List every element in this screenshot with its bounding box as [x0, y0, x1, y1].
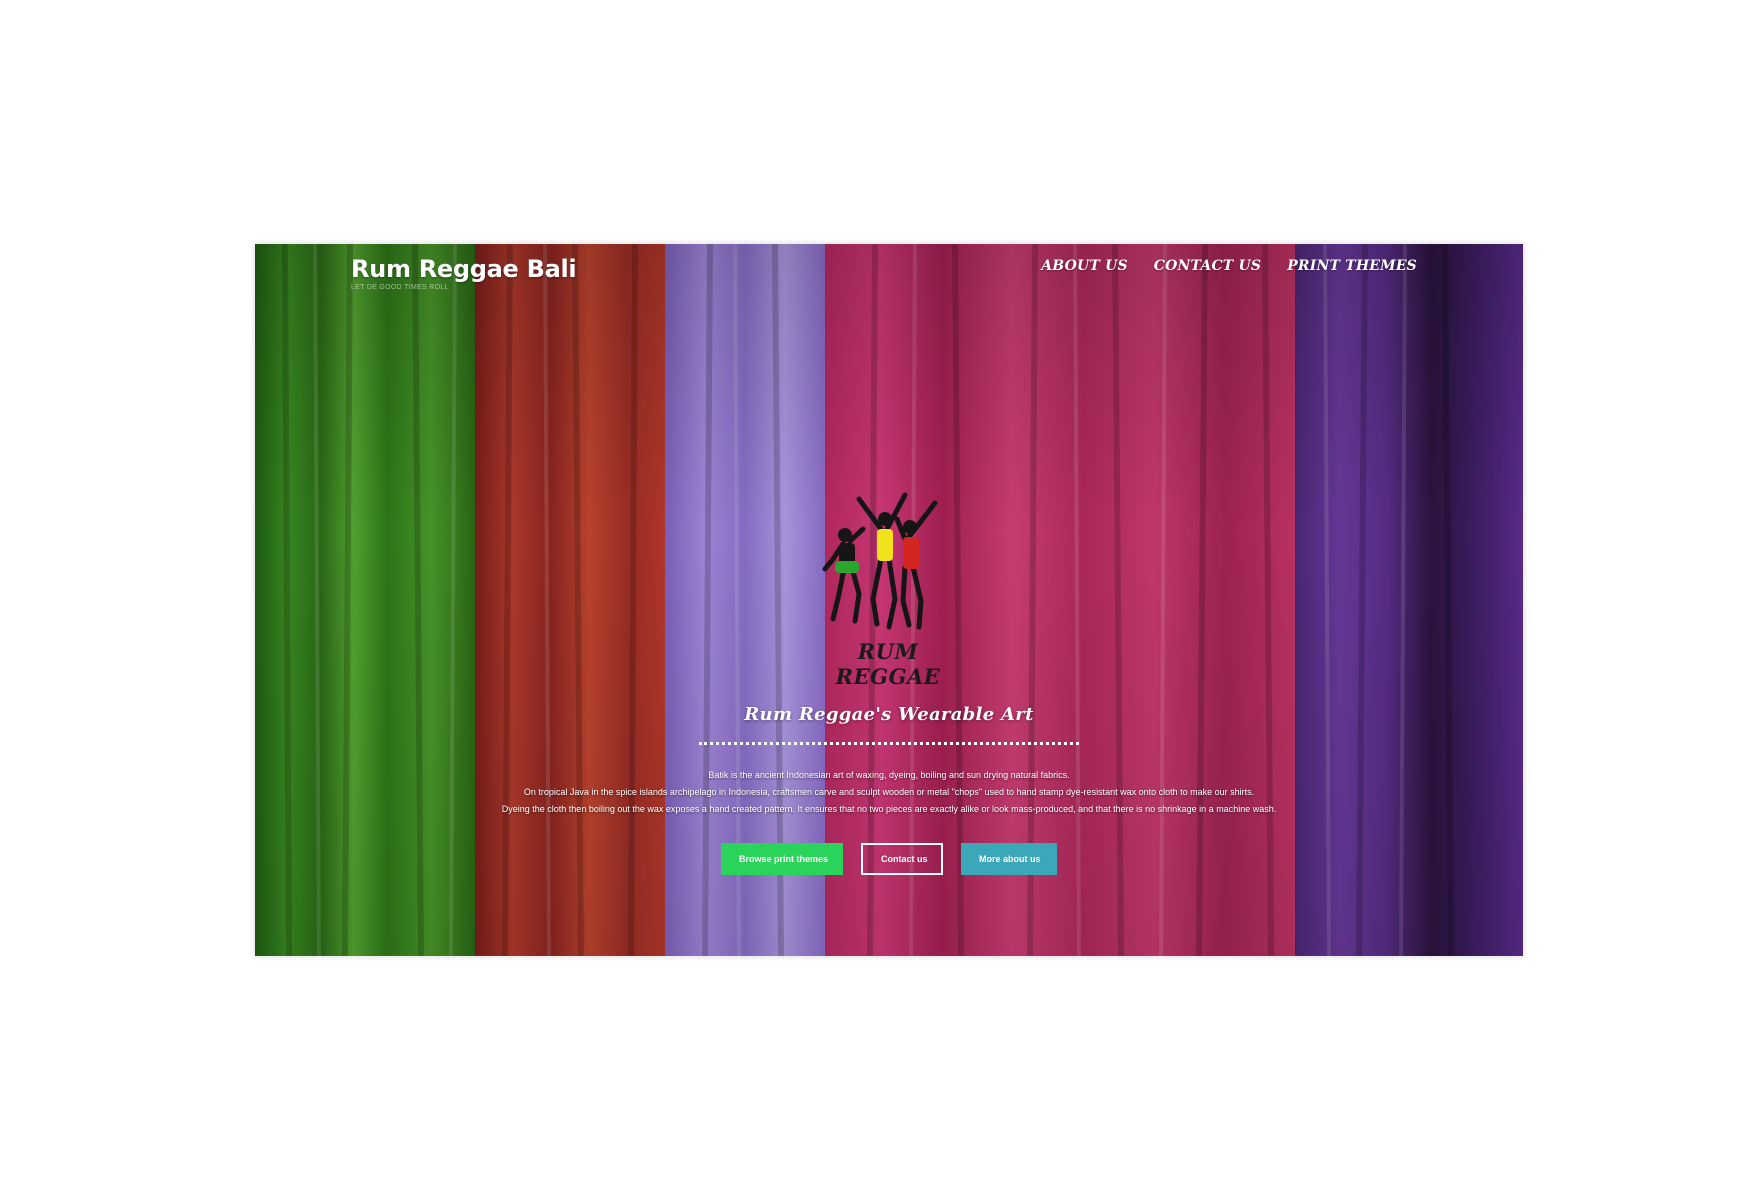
page-headline: Rum Reggae's Wearable Art — [744, 704, 1034, 725]
browse-print-themes-button[interactable]: Browse print themes — [721, 843, 843, 875]
page: Rum Reggae Bali LET DE GOOD TIMES ROLL A… — [0, 0, 1760, 1188]
intro-paragraph: On tropical Java in the spice islands ar… — [523, 787, 1255, 797]
more-about-us-button[interactable]: More about us — [961, 843, 1057, 875]
nav-item-print-themes[interactable]: Print themes — [1287, 258, 1417, 274]
cta-button-group: Browse print themes Contact us More abou… — [255, 843, 1523, 875]
dancing-figures-icon — [822, 492, 938, 630]
nav-item-about-us[interactable]: About us — [1041, 258, 1128, 274]
nav-item-contact-us[interactable]: Contact us — [1154, 258, 1261, 274]
contact-us-button[interactable]: Contact us — [861, 843, 943, 875]
main-navigation: About us Contact us Print themes — [1041, 258, 1417, 274]
site-branding: Rum Reggae Bali LET DE GOOD TIMES ROLL — [351, 252, 577, 291]
intro-paragraph: Batik is the ancient Indonesian art of w… — [708, 770, 1070, 780]
rum-reggae-logo: RUM REGGAE — [815, 489, 961, 689]
dotted-divider — [699, 742, 1079, 745]
intro-text: Batik is the ancient Indonesian art of w… — [355, 767, 1423, 818]
site-title[interactable]: Rum Reggae Bali — [351, 252, 577, 286]
hero-section: Rum Reggae Bali LET DE GOOD TIMES ROLL A… — [255, 244, 1523, 956]
logo-wordmark: RUM REGGAE — [835, 639, 941, 689]
intro-paragraph: Dyeing the cloth then boiling out the wa… — [501, 804, 1277, 814]
